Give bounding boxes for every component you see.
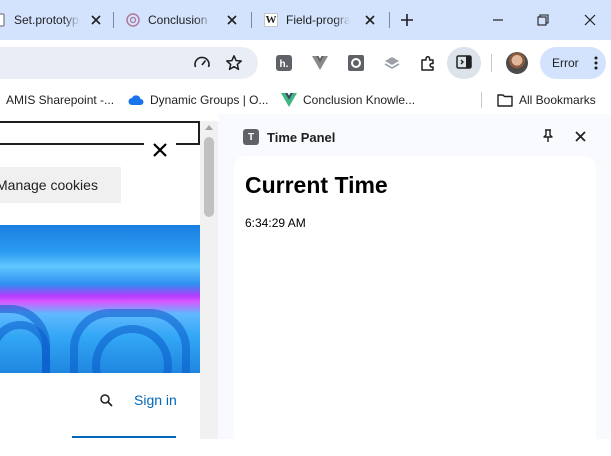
tab-field-programmable[interactable]: W Field-progra: [264, 8, 378, 32]
current-time-value: 6:34:29 AM: [245, 216, 306, 230]
bookmark-amis-sharepoint[interactable]: AMIS Sharepoint -...: [6, 92, 114, 108]
cloud-icon: [128, 92, 144, 108]
manage-cookies-button[interactable]: Manage cookies: [0, 167, 121, 203]
side-panel-title: Time Panel: [267, 130, 336, 145]
tab-separator: [113, 12, 114, 28]
current-time-heading: Current Time: [245, 172, 388, 198]
tab-separator: [251, 12, 252, 28]
close-icon: [153, 142, 167, 160]
toolbar-separator: [491, 54, 492, 72]
bookmark-label: Conclusion Knowle...: [303, 93, 416, 107]
banner-close-button[interactable]: [144, 135, 176, 167]
sign-in-link[interactable]: Sign in: [134, 392, 177, 408]
bookmarks-bar: AMIS Sharepoint -... Dynamic Groups | O.…: [0, 86, 611, 114]
wikipedia-icon: W: [264, 13, 278, 27]
bookmark-label: AMIS Sharepoint -...: [6, 93, 115, 107]
tab-close-icon[interactable]: [362, 12, 378, 28]
extension-layers-icon[interactable]: [381, 52, 403, 74]
bookmark-label: Dynamic Groups | O...: [150, 93, 269, 107]
tab-close-icon[interactable]: [224, 12, 240, 28]
tab-close-icon[interactable]: [88, 12, 104, 28]
swirl-icon: [126, 13, 140, 27]
performance-icon[interactable]: [191, 52, 213, 74]
toolbar: h. Error: [0, 40, 611, 86]
tab-set-prototype[interactable]: Set.prototype: [0, 8, 104, 32]
more-menu-icon[interactable]: [594, 56, 598, 72]
tab-strip: Set.prototype Conclusion - W Field-progr…: [0, 0, 611, 40]
profile-error-button[interactable]: Error: [540, 47, 606, 79]
bookmark-dynamic-groups[interactable]: Dynamic Groups | O...: [128, 92, 268, 108]
window-close-icon[interactable]: [580, 10, 600, 30]
page-scrollbar[interactable]: [200, 121, 218, 439]
time-panel-card: Current Time 6:34:29 AM: [234, 156, 596, 456]
hero-banner: [0, 225, 200, 373]
all-bookmarks-label: All Bookmarks: [519, 93, 596, 107]
extension-o-icon[interactable]: [345, 52, 367, 74]
folder-icon: [497, 92, 513, 108]
pin-icon[interactable]: [540, 128, 556, 144]
all-bookmarks[interactable]: All Bookmarks: [497, 92, 596, 108]
side-panel-close-icon[interactable]: [572, 128, 588, 144]
address-bar[interactable]: [0, 47, 258, 79]
error-label: Error: [552, 56, 579, 70]
scrollbar-thumb[interactable]: [204, 137, 214, 217]
scroll-up-arrow-icon[interactable]: [205, 125, 213, 130]
side-panel: T Time Panel Current Time 6:34:29 AM: [218, 114, 611, 456]
side-panel-header: T Time Panel: [218, 114, 611, 156]
minimize-icon[interactable]: [488, 10, 508, 30]
extension-h-icon[interactable]: h.: [273, 52, 295, 74]
avatar[interactable]: [506, 52, 528, 74]
extension-vue-icon[interactable]: [309, 52, 331, 74]
time-panel-app-icon: T: [243, 129, 259, 145]
page-icon: [0, 13, 6, 27]
svg-text:h.: h.: [280, 59, 289, 70]
bookmark-star-icon[interactable]: [223, 52, 245, 74]
tab-title: Conclusion -: [148, 13, 212, 27]
extensions-puzzle-icon[interactable]: [417, 52, 439, 74]
manage-cookies-label: Manage cookies: [0, 177, 98, 193]
tab-title: Set.prototype: [14, 13, 80, 27]
bookmarks-separator: [481, 92, 482, 108]
vue-icon: [281, 92, 297, 108]
side-panel-button[interactable]: [447, 47, 481, 79]
tab-title: Field-progra: [286, 13, 350, 27]
web-page: Manage cookies Sign in: [0, 114, 218, 439]
restore-icon[interactable]: [533, 10, 553, 30]
bookmark-conclusion-knowledge[interactable]: Conclusion Knowle...: [281, 92, 415, 108]
tab-conclusion[interactable]: Conclusion -: [126, 8, 240, 32]
side-panel-icon: [456, 54, 472, 73]
new-tab-icon[interactable]: [397, 10, 417, 30]
search-icon[interactable]: [98, 392, 114, 408]
tab-separator: [389, 12, 390, 28]
